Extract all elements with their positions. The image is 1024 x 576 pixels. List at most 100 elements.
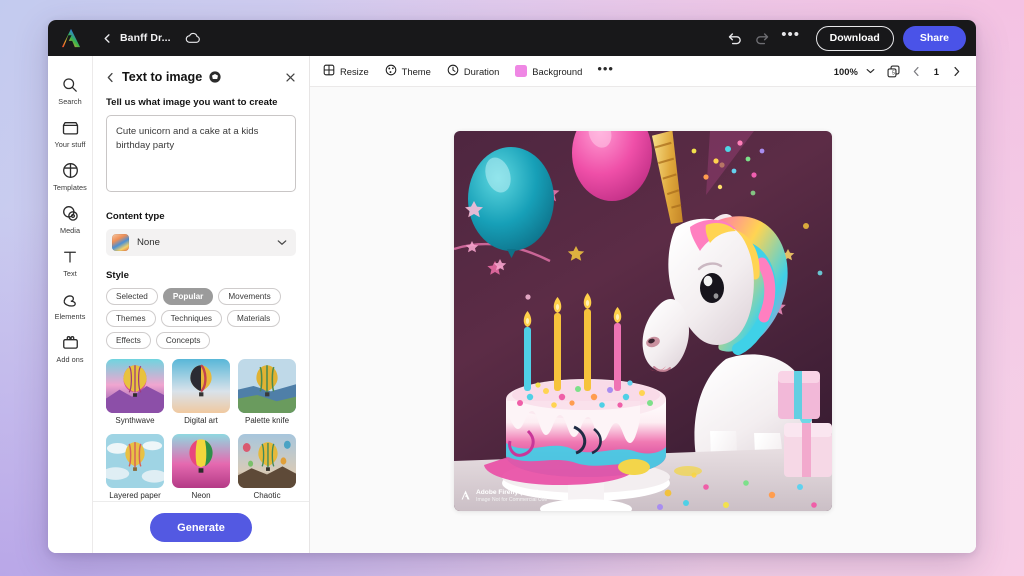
style-name: Chaotic: [253, 491, 281, 500]
chip-themes[interactable]: Themes: [106, 310, 156, 327]
style-name: Synthwave: [115, 416, 155, 425]
style-option-palette-knife[interactable]: Palette knife: [238, 359, 296, 425]
sidebar-label-templates: Templates: [53, 183, 87, 192]
sidebar-label-your-stuff: Your stuff: [54, 140, 86, 149]
resize-button[interactable]: Resize: [316, 60, 376, 82]
theme-button[interactable]: Theme: [378, 60, 438, 82]
pages-icon[interactable]: 5: [884, 61, 904, 81]
chevron-down-icon[interactable]: [861, 61, 881, 81]
zoom-level[interactable]: 100%: [834, 66, 858, 77]
title-bar: Banff Dr... ••• Download Share: [48, 20, 976, 56]
adobe-express-window: Banff Dr... ••• Download Share Search Yo…: [48, 20, 976, 553]
sidebar-label-add-ons: Add ons: [56, 355, 84, 364]
sidebar-label-elements: Elements: [54, 312, 86, 321]
style-thumbnail: [106, 434, 164, 488]
style-category-chips: Selected Popular Movements Themes Techni…: [106, 288, 296, 349]
templates-icon: [62, 161, 79, 180]
content-type-label: Content type: [106, 211, 165, 222]
left-rail: Search Your stuff Templates Media Text E…: [48, 56, 93, 553]
sidebar-item-templates[interactable]: Templates: [48, 154, 93, 197]
style-thumbnail: [238, 434, 296, 488]
page-number: 1: [933, 65, 939, 77]
prompt-label: Tell us what image you want to create: [106, 97, 278, 108]
style-option-chaotic[interactable]: Chaotic: [238, 434, 296, 500]
style-option-neon[interactable]: Neon: [172, 434, 230, 500]
sidebar-item-media[interactable]: Media: [48, 197, 93, 240]
watermark-subtitle: Image Not for Commercial Use: [476, 497, 548, 504]
duration-label: Duration: [463, 65, 500, 77]
content-type-select[interactable]: None: [106, 229, 296, 256]
style-thumbnail: [172, 359, 230, 413]
style-option-layered-paper[interactable]: Layered paper: [106, 434, 164, 500]
style-thumbnail: [238, 359, 296, 413]
addons-icon: [62, 333, 79, 352]
folder-icon: [62, 118, 79, 137]
theme-label: Theme: [401, 65, 431, 77]
chip-selected[interactable]: Selected: [106, 288, 158, 305]
panel-header: Text to image: [106, 70, 296, 84]
redo-icon[interactable]: [750, 25, 776, 51]
download-button[interactable]: Download: [815, 25, 894, 51]
chevron-down-icon: [277, 239, 287, 246]
toolbar-right-group: 100% 5 1: [834, 61, 966, 81]
back-button[interactable]: [96, 27, 118, 49]
prompt-input[interactable]: [106, 115, 296, 192]
panel-back-button[interactable]: [106, 72, 115, 83]
watermark-title: Adobe Firefly (Beta): [476, 489, 539, 497]
close-icon[interactable]: [285, 72, 296, 83]
sidebar-item-text[interactable]: Text: [48, 240, 93, 283]
style-name: Layered paper: [109, 491, 161, 500]
style-thumbnail: [172, 434, 230, 488]
chip-effects[interactable]: Effects: [106, 332, 151, 349]
share-button[interactable]: Share: [902, 25, 966, 51]
app-body: Search Your stuff Templates Media Text E…: [48, 56, 976, 553]
content-type-value: None: [137, 237, 160, 248]
style-thumbnail: [106, 359, 164, 413]
text-to-image-panel: Text to image Tell us what image you wan…: [93, 56, 310, 553]
document-title[interactable]: Banff Dr...: [120, 32, 171, 44]
content-type-thumbnail-icon: [112, 234, 129, 251]
chip-materials[interactable]: Materials: [227, 310, 281, 327]
toolbar-more-button[interactable]: •••: [591, 62, 620, 78]
firefly-watermark: Adobe Firefly (Beta) Image Not for Comme…: [454, 483, 556, 511]
next-page-button[interactable]: [946, 61, 966, 81]
adobe-logo: [60, 28, 82, 48]
premium-badge-icon: [209, 71, 221, 83]
canvas-toolbar: Resize Theme Duration Background ••• 100…: [310, 56, 976, 87]
resize-icon: [323, 64, 335, 78]
resize-label: Resize: [340, 65, 369, 77]
text-icon: [62, 247, 78, 266]
chip-concepts[interactable]: Concepts: [155, 332, 211, 349]
sidebar-label-search: Search: [58, 97, 82, 106]
elements-icon: [62, 290, 79, 309]
canvas-area[interactable]: Adobe Firefly (Beta) Image Not for Comme…: [310, 87, 976, 553]
style-option-digital-art[interactable]: Digital art: [172, 359, 230, 425]
titlebar-more-button[interactable]: •••: [778, 25, 804, 51]
cloud-icon[interactable]: [185, 32, 201, 44]
main-area: Resize Theme Duration Background ••• 100…: [310, 56, 976, 553]
generated-image[interactable]: Adobe Firefly (Beta) Image Not for Comme…: [454, 131, 832, 511]
media-icon: [62, 204, 79, 223]
background-button[interactable]: Background: [508, 60, 589, 82]
search-icon: [62, 75, 78, 94]
generate-button[interactable]: Generate: [150, 513, 252, 542]
sidebar-item-search[interactable]: Search: [48, 68, 93, 111]
sidebar-item-your-stuff[interactable]: Your stuff: [48, 111, 93, 154]
style-name: Neon: [191, 491, 211, 500]
prev-page-button[interactable]: [907, 61, 927, 81]
sidebar-item-add-ons[interactable]: Add ons: [48, 326, 93, 369]
panel-scroll-area: Text to image Tell us what image you wan…: [93, 56, 309, 501]
clock-icon: [447, 64, 459, 78]
chip-popular[interactable]: Popular: [162, 288, 214, 305]
duration-button[interactable]: Duration: [440, 60, 506, 82]
style-name: Palette knife: [244, 416, 290, 425]
style-grid: Synthwave Digital art Palette knife Laye…: [106, 359, 296, 500]
undo-icon[interactable]: [722, 25, 748, 51]
background-label: Background: [532, 65, 583, 77]
sidebar-item-elements[interactable]: Elements: [48, 283, 93, 326]
style-label: Style: [106, 270, 129, 281]
style-option-synthwave[interactable]: Synthwave: [106, 359, 164, 425]
sidebar-label-text: Text: [63, 269, 77, 278]
chip-techniques[interactable]: Techniques: [160, 310, 222, 327]
chip-movements[interactable]: Movements: [218, 288, 281, 305]
